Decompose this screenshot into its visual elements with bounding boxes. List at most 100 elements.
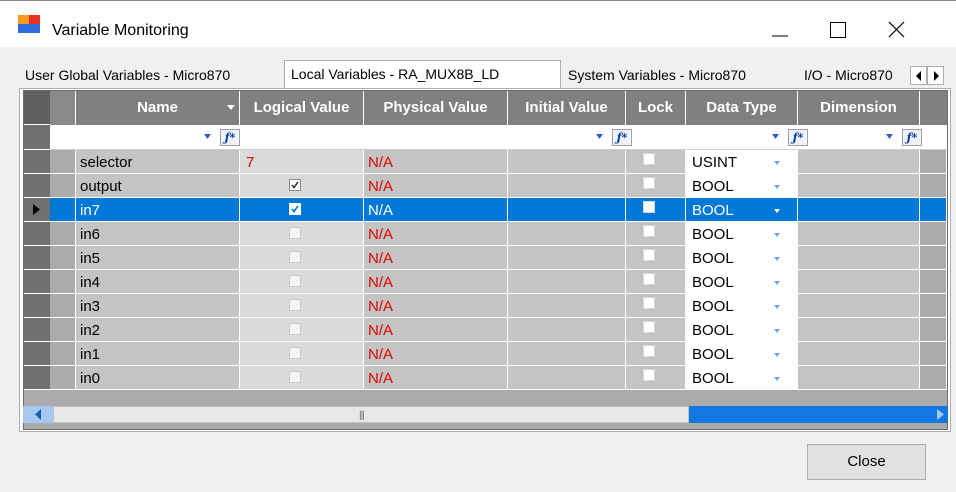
chevron-down-icon[interactable] xyxy=(774,257,780,261)
close-window-button[interactable] xyxy=(874,13,918,47)
row-header[interactable] xyxy=(24,318,50,342)
chevron-down-icon[interactable] xyxy=(774,185,780,189)
dimension-cell[interactable] xyxy=(798,222,920,246)
name-cell[interactable]: in7 xyxy=(76,198,240,222)
logical-value-checkbox[interactable] xyxy=(289,275,301,287)
row-header[interactable] xyxy=(24,198,50,222)
name-cell[interactable]: output xyxy=(76,174,240,198)
data-type-cell[interactable]: BOOL xyxy=(686,318,798,342)
table-row[interactable]: in2 N/A BOOL xyxy=(50,318,947,342)
row-header[interactable] xyxy=(24,294,50,318)
logical-value-cell[interactable] xyxy=(240,174,364,198)
table-row[interactable]: in0 N/A BOOL xyxy=(50,366,947,390)
logical-value-cell[interactable] xyxy=(240,366,364,390)
row-header[interactable] xyxy=(24,342,50,366)
tab-system-variables[interactable]: System Variables - Micro870 xyxy=(562,64,798,88)
initial-value-cell[interactable] xyxy=(508,270,626,294)
lock-checkbox[interactable] xyxy=(643,201,655,213)
dimension-cell[interactable] xyxy=(798,246,920,270)
table-row[interactable]: selector 7 N/A USINT xyxy=(50,150,947,174)
lock-checkbox[interactable] xyxy=(643,297,655,309)
dimension-cell[interactable] xyxy=(798,342,920,366)
logical-value-checkbox[interactable] xyxy=(289,347,301,359)
row-header[interactable] xyxy=(24,150,50,174)
column-header-lock[interactable]: Lock xyxy=(626,91,686,125)
column-header-initial-value[interactable]: Initial Value xyxy=(508,91,626,125)
logical-value-checkbox[interactable] xyxy=(289,323,301,335)
maximize-button[interactable] xyxy=(816,13,860,47)
chevron-down-icon[interactable] xyxy=(774,161,780,165)
name-cell[interactable]: in5 xyxy=(76,246,240,270)
lock-checkbox[interactable] xyxy=(643,177,655,189)
chevron-down-icon[interactable] xyxy=(774,209,780,213)
lock-checkbox[interactable] xyxy=(643,273,655,285)
tab-user-global-variables[interactable]: User Global Variables - Micro870 xyxy=(19,64,284,88)
filter-icon[interactable]: ƒ* xyxy=(220,129,240,146)
initial-value-cell[interactable] xyxy=(508,318,626,342)
dimension-cell[interactable] xyxy=(798,294,920,318)
physical-value-cell[interactable]: N/A xyxy=(364,246,508,270)
tab-scroll-right-button[interactable] xyxy=(927,66,944,85)
dimension-cell[interactable] xyxy=(798,318,920,342)
lock-cell[interactable] xyxy=(626,366,686,390)
filter-icon[interactable]: ƒ* xyxy=(612,129,632,146)
logical-value-checkbox[interactable] xyxy=(289,179,301,191)
physical-value-cell[interactable]: N/A xyxy=(364,294,508,318)
column-header-name[interactable]: Name xyxy=(76,91,240,125)
initial-value-cell[interactable] xyxy=(508,150,626,174)
name-cell[interactable]: selector xyxy=(76,150,240,174)
filter-dropdown-icon[interactable] xyxy=(596,134,603,140)
logical-value-cell[interactable] xyxy=(240,342,364,366)
name-cell[interactable]: in1 xyxy=(76,342,240,366)
sort-dropdown-icon[interactable] xyxy=(227,104,235,112)
lock-cell[interactable] xyxy=(626,150,686,174)
initial-value-cell[interactable] xyxy=(508,222,626,246)
data-type-cell[interactable]: BOOL xyxy=(686,198,798,222)
dimension-cell[interactable] xyxy=(798,270,920,294)
filter-icon[interactable]: ƒ* xyxy=(788,129,808,146)
data-type-cell[interactable]: BOOL xyxy=(686,294,798,318)
logical-value-cell[interactable] xyxy=(240,318,364,342)
lock-cell[interactable] xyxy=(626,174,686,198)
table-row[interactable]: in1 N/A BOOL xyxy=(50,342,947,366)
name-cell[interactable]: in0 xyxy=(76,366,240,390)
minimize-button[interactable] xyxy=(758,13,802,47)
initial-value-cell[interactable] xyxy=(508,366,626,390)
data-type-cell[interactable]: BOOL xyxy=(686,222,798,246)
tab-io[interactable]: I/O - Micro870 xyxy=(798,64,906,88)
dimension-cell[interactable] xyxy=(798,198,920,222)
lock-checkbox[interactable] xyxy=(643,249,655,261)
initial-value-cell[interactable] xyxy=(508,294,626,318)
physical-value-cell[interactable]: N/A xyxy=(364,366,508,390)
physical-value-cell[interactable]: N/A xyxy=(364,342,508,366)
dimension-cell[interactable] xyxy=(798,174,920,198)
initial-value-cell[interactable] xyxy=(508,174,626,198)
logical-value-checkbox[interactable] xyxy=(289,371,301,383)
name-cell[interactable]: in4 xyxy=(76,270,240,294)
initial-value-cell[interactable] xyxy=(508,246,626,270)
close-button[interactable]: Close xyxy=(807,444,926,480)
column-header-logical-value[interactable]: Logical Value xyxy=(240,91,364,125)
row-header[interactable] xyxy=(24,174,50,198)
name-cell[interactable]: in2 xyxy=(76,318,240,342)
logical-value-cell[interactable] xyxy=(240,270,364,294)
horizontal-scrollbar[interactable]: ||| xyxy=(23,406,948,423)
lock-cell[interactable] xyxy=(626,270,686,294)
logical-value-cell[interactable] xyxy=(240,198,364,222)
chevron-down-icon[interactable] xyxy=(774,305,780,309)
scroll-right-button[interactable] xyxy=(932,406,948,423)
row-header[interactable] xyxy=(24,366,50,390)
filter-dropdown-icon[interactable] xyxy=(204,134,211,140)
table-row[interactable]: output N/A BOOL xyxy=(50,174,947,198)
logical-value-checkbox[interactable] xyxy=(289,251,301,263)
logical-value-cell[interactable]: 7 xyxy=(240,150,364,174)
column-header-data-type[interactable]: Data Type xyxy=(686,91,798,125)
tab-local-variables[interactable]: Local Variables - RA_MUX8B_LD xyxy=(284,60,561,88)
data-type-cell[interactable]: BOOL xyxy=(686,246,798,270)
lock-checkbox[interactable] xyxy=(643,369,655,381)
data-type-cell[interactable]: BOOL xyxy=(686,342,798,366)
scroll-thumb[interactable]: ||| xyxy=(53,406,689,423)
physical-value-cell[interactable]: N/A xyxy=(364,270,508,294)
lock-cell[interactable] xyxy=(626,294,686,318)
logical-value-checkbox[interactable] xyxy=(289,227,301,239)
